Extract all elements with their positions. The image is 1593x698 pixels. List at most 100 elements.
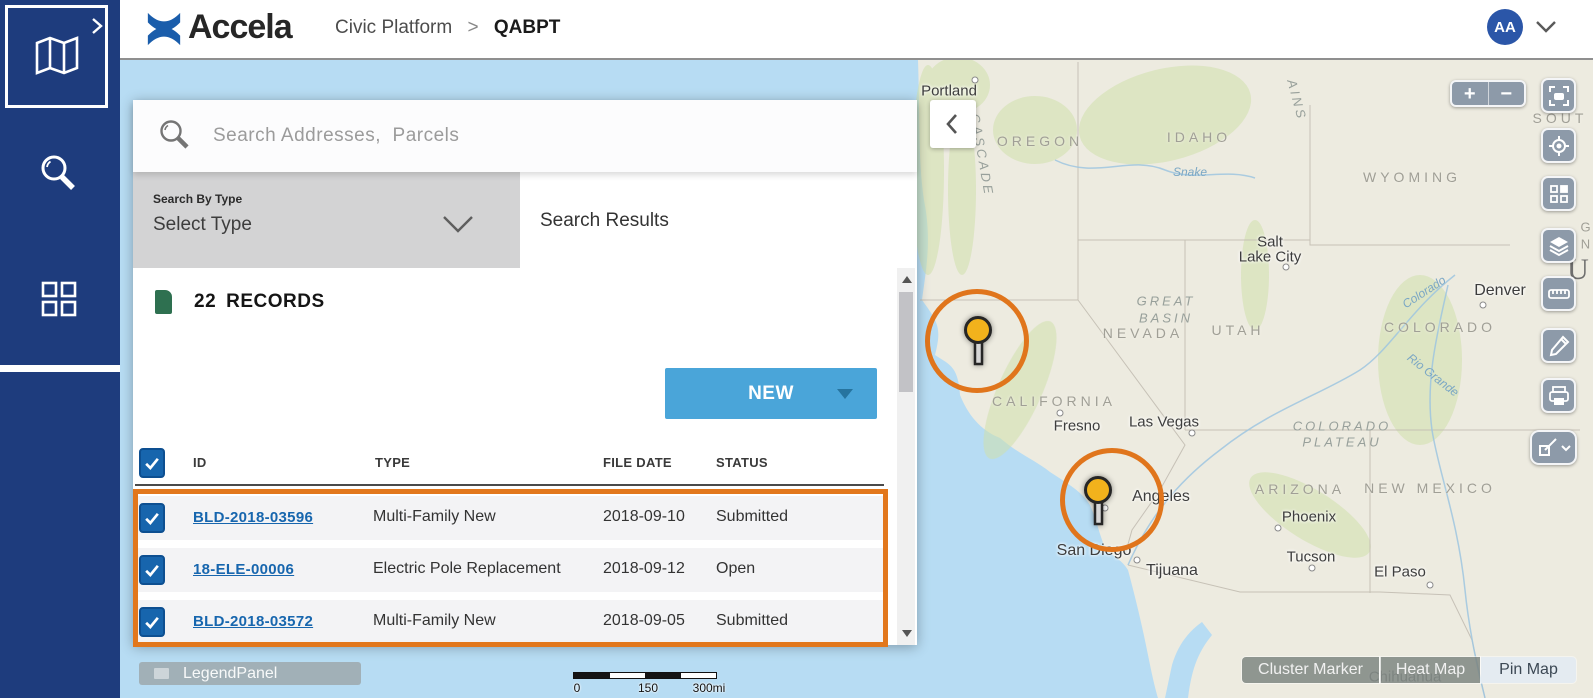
map-label-colorado: COLORADO [1384,319,1496,335]
city-marker-salt-lake [1283,264,1290,271]
scale-label-end: 300mi [693,681,726,695]
map-label-oregon: OREGON [997,133,1083,149]
city-marker-portland [972,77,979,84]
scroll-up-icon[interactable] [902,276,912,283]
search-by-type-value: Select Type [153,214,252,236]
column-header-type[interactable]: TYPE [375,455,410,470]
search-input[interactable] [211,124,811,148]
zoom-in-button[interactable]: + [1452,82,1489,105]
city-marker-tucson [1309,565,1316,572]
map-label-el-paso: El Paso [1374,564,1426,581]
column-header-id[interactable]: ID [193,455,207,470]
heat-map-button[interactable]: Heat Map [1380,657,1480,683]
user-avatar[interactable]: AA [1487,9,1523,45]
legend-checkbox-icon [154,668,169,679]
map-label-california: CALIFORNIA [992,393,1116,409]
annotation-circle-los-angeles [1060,448,1164,552]
scroll-down-icon[interactable] [902,630,912,637]
new-button-label: NEW [748,383,794,405]
column-header-status[interactable]: STATUS [716,455,768,470]
map-label-las-vegas: Las Vegas [1129,414,1199,431]
collapse-panel-button[interactable] [930,100,976,148]
map-label-lake-city: Lake City [1239,249,1302,266]
cluster-marker-label: Cluster Marker [1258,661,1363,679]
accela-logo-text[interactable]: Accela [188,8,292,47]
breadcrumb-app[interactable]: Civic Platform [335,17,452,38]
legend-panel-button[interactable]: LegendPanel [139,662,361,685]
grid-icon [40,280,78,318]
checkmark-icon [142,453,162,473]
select-all-checkbox[interactable] [139,448,165,478]
measure-button[interactable] [1541,276,1576,311]
results-scrollbar[interactable] [897,268,915,645]
city-marker-fresno [1057,410,1064,417]
search-tool-icon [38,153,80,197]
results-header: Search Results [520,172,917,268]
search-by-type-label: Search By Type [153,192,242,206]
search-by-type-selector[interactable]: Search By Type Select Type [133,172,520,268]
layers-button[interactable] [1541,228,1576,263]
records-count: 22 [194,291,216,312]
new-record-button[interactable]: NEW [665,368,877,419]
map-label-denver: Denver [1474,282,1526,300]
app-window: Portland OREGON IDAHO CASCADE Snake WYOM… [0,0,1593,698]
edit-dropdown-icon [1536,436,1572,460]
locate-button[interactable] [1541,128,1576,163]
address-search-bar [133,100,917,172]
column-header-file-date[interactable]: FILE DATE [603,455,672,470]
map-label-phoenix: Phoenix [1282,509,1336,526]
user-menu-chevron-icon[interactable] [1535,20,1557,34]
chevron-down-icon [441,214,475,234]
basemap-icon [1547,182,1571,206]
pin-map-label: Pin Map [1499,661,1558,679]
map-label-arizona: ARIZONA [1255,481,1345,497]
draw-button[interactable] [1541,328,1576,363]
map-label-utah: UTAH [1211,322,1264,338]
map-label-snake-river: Snake [1173,165,1207,179]
breadcrumb-page: QABPT [494,17,561,38]
pencil-icon [1547,334,1571,358]
map-label-nevada: NEVADA [1103,325,1184,341]
map-label-n-cut: N [1581,237,1591,252]
scale-label-mid: 150 [638,681,658,695]
edit-tools-button[interactable] [1530,430,1577,465]
records-summary: 22RECORDS [155,290,335,314]
city-marker-el-paso [1427,582,1434,589]
map-label-tijuana: Tijuana [1146,562,1198,580]
print-button[interactable] [1541,378,1576,413]
map-label-g-cut: G [1580,220,1591,235]
plus-icon: + [1464,84,1476,104]
printer-icon [1547,384,1571,408]
minus-icon: − [1500,84,1512,104]
table-header-divider [135,484,884,486]
cluster-marker-button[interactable]: Cluster Marker [1242,657,1379,683]
map-label-tucson: Tucson [1287,549,1336,566]
zoom-control: + − [1450,80,1526,107]
city-marker-phoenix [1275,525,1282,532]
sidebar-item-apps[interactable] [38,278,80,320]
city-marker-las-vegas [1189,430,1196,437]
map-label-wyoming: WYOMING [1363,169,1461,185]
city-marker-san-diego [1134,557,1141,564]
dropdown-triangle-icon [837,389,853,399]
map-label-colorado-plateau-2: PLATEAU [1302,435,1381,450]
pin-map-button[interactable]: Pin Map [1481,657,1576,683]
accela-logo-icon [145,10,183,48]
annotation-rectangle-rows [133,489,888,647]
zoom-out-button[interactable]: − [1489,82,1525,105]
scrollbar-thumb[interactable] [899,292,913,392]
breadcrumb: Civic Platform > QABPT [335,17,560,39]
sidebar-item-map[interactable] [5,5,108,108]
chevron-left-icon [943,110,963,138]
legend-panel-label: LegendPanel [183,665,277,683]
extent-button[interactable] [1541,78,1576,113]
expand-sidebar-icon[interactable] [90,16,104,36]
map-label-basin: BASIN [1139,311,1193,326]
map-label-portland: Portland [921,83,977,100]
map-icon [33,35,81,79]
map-label-idaho: IDAHO [1167,129,1231,145]
sidebar-item-search[interactable] [36,152,82,198]
tool-sidebar [0,0,120,698]
app-header: Accela Civic Platform > QABPT AA [120,0,1593,60]
basemap-button[interactable] [1541,176,1576,211]
